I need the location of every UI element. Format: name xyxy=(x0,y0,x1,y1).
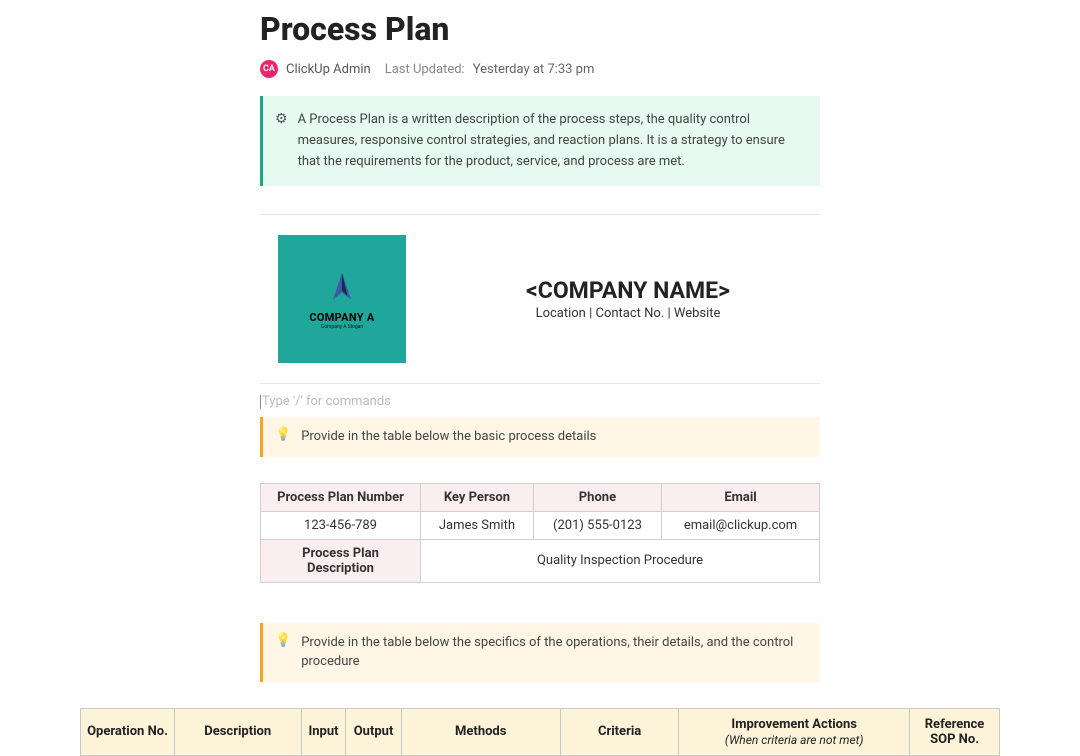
desc-label: Process Plan Description xyxy=(261,539,421,582)
company-section: COMPANY A Company A Slogan <COMPANY NAME… xyxy=(260,215,820,383)
process-info-table[interactable]: Process Plan Number Key Person Phone Ema… xyxy=(260,483,820,583)
tip1-text: Provide in the table below the basic pro… xyxy=(301,427,596,447)
updated-label: Last Updated: xyxy=(385,62,465,77)
text-cursor-icon xyxy=(260,395,261,409)
logo-name: COMPANY A xyxy=(309,311,374,324)
header-phone: Phone xyxy=(533,483,661,511)
company-name-placeholder[interactable]: <COMPANY NAME> xyxy=(436,277,820,304)
intro-text: A Process Plan is a written description … xyxy=(298,110,796,172)
cell-plan-number[interactable]: 123-456-789 xyxy=(261,511,421,539)
slash-command-input[interactable]: Type '/' for commands xyxy=(260,384,820,417)
ops-header-methods: Methods xyxy=(401,708,560,755)
ops-header-reference: Reference SOP No. xyxy=(910,708,1000,755)
company-logo: COMPANY A Company A Slogan xyxy=(278,235,406,363)
ops-header-output: Output xyxy=(346,708,401,755)
author-name[interactable]: ClickUp Admin xyxy=(286,62,371,77)
ops-header-improvement: Improvement Actions (When criteria are n… xyxy=(679,708,910,755)
header-email: Email xyxy=(662,483,820,511)
ops-header-input: Input xyxy=(301,708,346,755)
ops-header-description: Description xyxy=(174,708,301,755)
tip-callout-1: 💡 Provide in the table below the basic p… xyxy=(260,417,820,457)
slash-hint-text: Type '/' for commands xyxy=(262,394,391,409)
cell-key-person[interactable]: James Smith xyxy=(421,511,534,539)
logo-mark-icon xyxy=(324,269,360,305)
cell-phone[interactable]: (201) 555-0123 xyxy=(533,511,661,539)
intro-callout: ⚙ A Process Plan is a written descriptio… xyxy=(260,96,820,186)
lightbulb-icon: 💡 xyxy=(275,427,291,447)
ops-header-criteria: Criteria xyxy=(560,708,678,755)
operations-table[interactable]: Operation No. Description Input Output M… xyxy=(80,708,1000,756)
company-sub[interactable]: Location | Contact No. | Website xyxy=(436,306,820,321)
header-plan-number: Process Plan Number xyxy=(261,483,421,511)
company-details: <COMPANY NAME> Location | Contact No. | … xyxy=(436,277,820,321)
ops-header-improvement-note: (When criteria are not met) xyxy=(685,733,903,747)
gear-icon: ⚙ xyxy=(275,111,288,172)
ops-header-improvement-label: Improvement Actions xyxy=(731,717,857,732)
meta-row: CA ClickUp Admin Last Updated: Yesterday… xyxy=(260,60,820,78)
updated-time: Yesterday at 7:33 pm xyxy=(473,62,595,77)
ops-header-operation: Operation No. xyxy=(81,708,175,755)
cell-description[interactable]: Quality Inspection Procedure xyxy=(421,539,820,582)
cell-email[interactable]: email@clickup.com xyxy=(662,511,820,539)
author-avatar[interactable]: CA xyxy=(260,60,278,78)
header-key-person: Key Person xyxy=(421,483,534,511)
tip2-text: Provide in the table below the specifics… xyxy=(301,633,796,672)
page-title: Process Plan xyxy=(260,10,820,48)
tip-callout-2: 💡 Provide in the table below the specifi… xyxy=(260,623,820,682)
lightbulb-icon: 💡 xyxy=(275,633,291,672)
logo-slogan: Company A Slogan xyxy=(321,324,363,330)
